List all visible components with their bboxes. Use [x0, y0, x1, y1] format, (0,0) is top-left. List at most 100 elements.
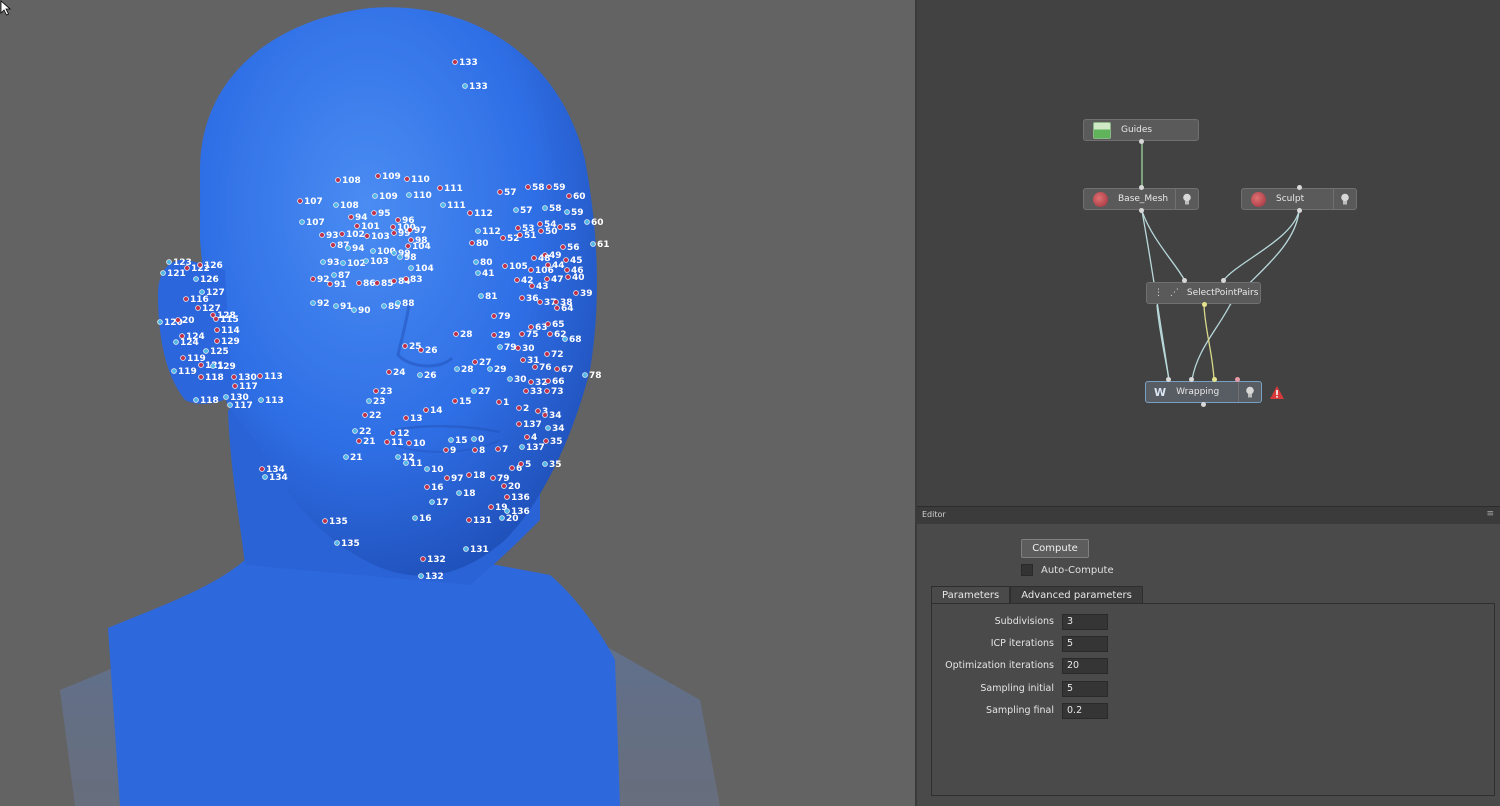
landmark-point[interactable] [327, 281, 333, 287]
landmark-point[interactable] [213, 316, 219, 322]
landmark-point[interactable] [335, 177, 341, 183]
landmark-point[interactable] [456, 490, 462, 496]
port-wrapping-in-2[interactable] [1189, 377, 1194, 382]
landmark-point[interactable] [354, 223, 360, 229]
landmark-point[interactable] [440, 202, 446, 208]
port-spp-out[interactable] [1202, 302, 1207, 307]
landmark-point[interactable] [166, 259, 172, 265]
landmark-point[interactable] [545, 425, 551, 431]
landmark-point[interactable] [333, 303, 339, 309]
landmark-point[interactable] [545, 321, 551, 327]
landmark-point[interactable] [528, 267, 534, 273]
landmark-point[interactable] [203, 348, 209, 354]
landmark-point[interactable] [545, 262, 551, 268]
landmark-point[interactable] [356, 280, 362, 286]
landmark-point[interactable] [473, 259, 479, 265]
port-wrapping-out[interactable] [1201, 402, 1206, 407]
landmark-point[interactable] [343, 454, 349, 460]
node-guides[interactable]: Guides [1083, 119, 1199, 141]
compute-button[interactable]: Compute [1021, 539, 1089, 558]
warning-icon[interactable] [1269, 385, 1285, 400]
landmark-point[interactable] [454, 366, 460, 372]
landmark-point[interactable] [499, 515, 505, 521]
auto-compute-checkbox[interactable] [1021, 564, 1033, 576]
landmark-point[interactable] [504, 494, 510, 500]
landmark-point[interactable] [523, 388, 529, 394]
subdivisions-input[interactable]: 3 [1062, 614, 1108, 630]
landmark-point[interactable] [467, 210, 473, 216]
visibility-bulb-icon[interactable] [1175, 189, 1198, 209]
port-spp-in-a[interactable] [1182, 278, 1187, 283]
landmark-point[interactable] [452, 398, 458, 404]
landmark-point[interactable] [475, 270, 481, 276]
landmark-point[interactable] [403, 460, 409, 466]
landmark-point[interactable] [214, 327, 220, 333]
port-guides-out[interactable] [1139, 139, 1144, 144]
landmark-point[interactable] [310, 276, 316, 282]
port-sculpt-out[interactable] [1297, 208, 1302, 213]
landmark-point[interactable] [535, 408, 541, 414]
landmark-point[interactable] [391, 250, 397, 256]
landmark-point[interactable] [322, 518, 328, 524]
landmark-point[interactable] [542, 205, 548, 211]
landmark-point[interactable] [407, 227, 413, 233]
landmark-point[interactable] [564, 209, 570, 215]
landmark-point[interactable] [544, 276, 550, 282]
auto-compute-toggle[interactable]: Auto-Compute [1021, 564, 1114, 576]
landmark-point[interactable] [424, 466, 430, 472]
landmark-point[interactable] [529, 283, 535, 289]
landmark-point[interactable] [525, 184, 531, 190]
landmark-point[interactable] [466, 517, 472, 523]
landmark-point[interactable] [319, 232, 325, 238]
landmark-point[interactable] [214, 338, 220, 344]
landmark-point[interactable] [453, 331, 459, 337]
landmark-point[interactable] [397, 254, 403, 260]
landmark-point[interactable] [584, 219, 590, 225]
landmark-point[interactable] [444, 475, 450, 481]
landmark-point[interactable] [402, 343, 408, 349]
landmark-point[interactable] [384, 439, 390, 445]
landmark-point[interactable] [223, 394, 229, 400]
landmark-point[interactable] [513, 207, 519, 213]
landmark-point[interactable] [390, 224, 396, 230]
sampling-final-input[interactable]: 0.2 [1062, 703, 1108, 719]
landmark-point[interactable] [348, 214, 354, 220]
landmark-point[interactable] [412, 515, 418, 521]
landmark-point[interactable] [590, 241, 596, 247]
landmark-point[interactable] [515, 345, 521, 351]
node-base-mesh[interactable]: Base_Mesh [1083, 188, 1199, 210]
landmark-point[interactable] [175, 317, 181, 323]
landmark-point[interactable] [390, 430, 396, 436]
landmark-point[interactable] [545, 378, 551, 384]
landmark-point[interactable] [370, 248, 376, 254]
landmark-point[interactable] [339, 231, 345, 237]
landmark-point[interactable] [362, 412, 368, 418]
3d-viewport[interactable]: 133 133 108 109 110 111 107 108 109 110 111 107 112 5… [0, 0, 915, 806]
landmark-point[interactable] [381, 303, 387, 309]
landmark-point[interactable] [516, 421, 522, 427]
landmark-point[interactable] [424, 484, 430, 490]
landmark-point[interactable] [528, 379, 534, 385]
landmark-point[interactable] [544, 351, 550, 357]
landmark-point[interactable] [553, 299, 559, 305]
port-base-mesh-in[interactable] [1139, 185, 1144, 190]
landmark-point[interactable] [429, 499, 435, 505]
landmark-point[interactable] [532, 364, 538, 370]
node-select-point-pairs[interactable]: ⋮ ⋰ SelectPointPairs [1146, 282, 1261, 304]
landmark-point[interactable] [487, 366, 493, 372]
landmark-point[interactable] [262, 474, 268, 480]
landmark-point[interactable] [320, 259, 326, 265]
landmark-point[interactable] [478, 293, 484, 299]
landmark-point[interactable] [554, 305, 560, 311]
landmark-point[interactable] [363, 258, 369, 264]
landmark-point[interactable] [466, 472, 472, 478]
landmark-point[interactable] [560, 244, 566, 250]
node-sculpt[interactable]: Sculpt [1241, 188, 1357, 210]
landmark-point[interactable] [183, 296, 189, 302]
landmark-point[interactable] [537, 221, 543, 227]
landmark-point[interactable] [443, 447, 449, 453]
landmark-point[interactable] [403, 276, 409, 282]
landmark-point[interactable] [519, 331, 525, 337]
port-wrapping-in-4[interactable] [1235, 377, 1240, 382]
landmark-point[interactable] [495, 446, 501, 452]
